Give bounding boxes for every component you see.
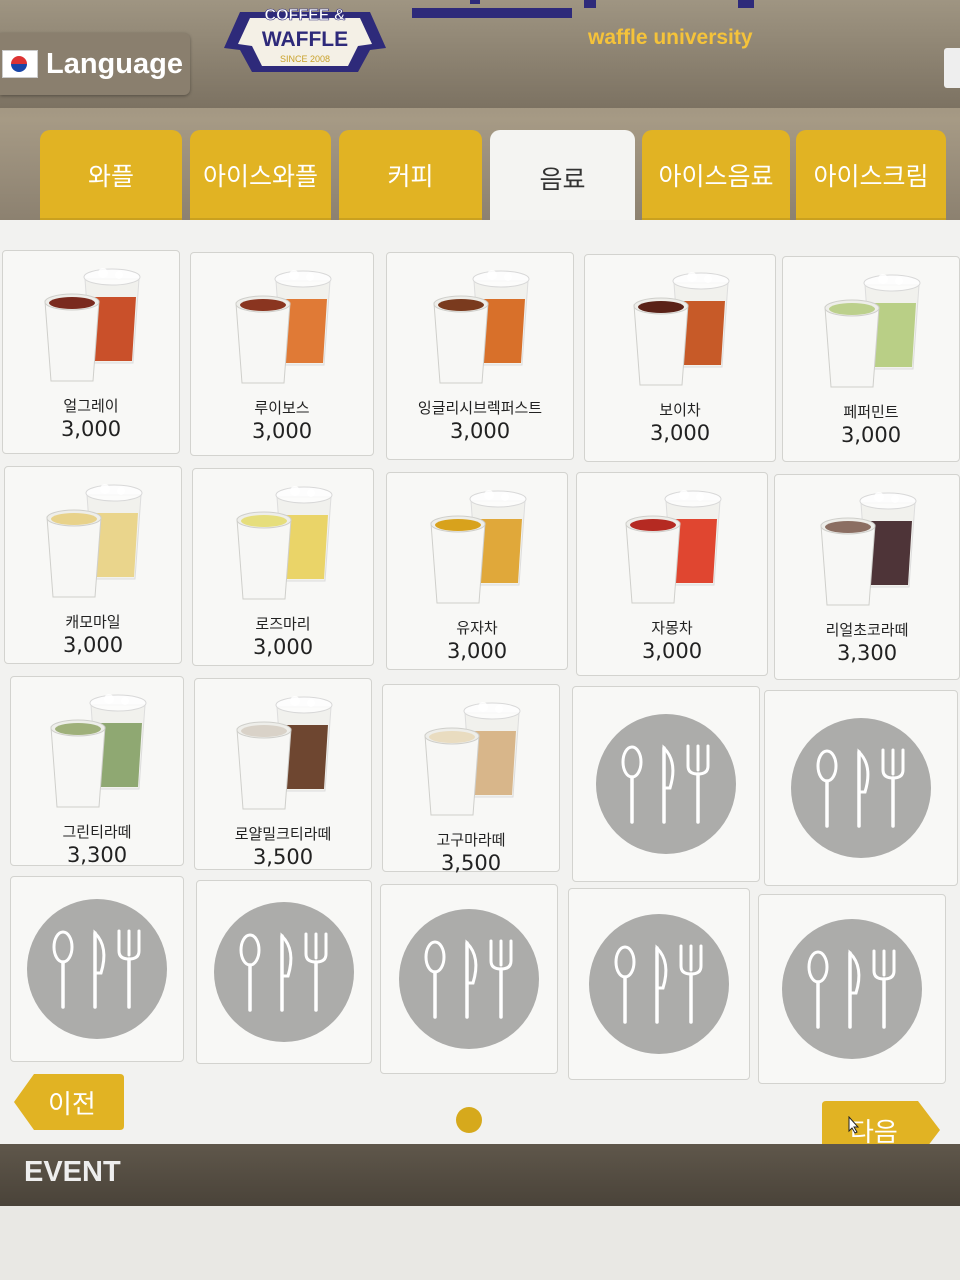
drink-cups-icon [433, 270, 530, 384]
product-price: 3,000 [60, 417, 122, 441]
prev-label: 이전 [48, 1089, 96, 1120]
utensils-icon [399, 909, 539, 1049]
page-indicator-dot[interactable] [456, 1107, 482, 1133]
drink-cups-icon [236, 696, 333, 810]
korea-flag-icon [2, 50, 38, 78]
product-name: 자몽차 [651, 619, 693, 637]
empty-product-slot [380, 884, 558, 1074]
product-name: 페퍼민트 [843, 403, 899, 421]
product-name: 얼그레이 [63, 397, 119, 415]
product-name: 로얄밀크티라떼 [234, 825, 332, 843]
event-bar[interactable]: EVENT [0, 1144, 960, 1206]
empty-product-slot [572, 686, 760, 882]
product-price: 3,300 [836, 641, 898, 665]
product-name: 리얼초코라떼 [825, 621, 909, 639]
product-card[interactable]: 유자차 3,000 [386, 472, 568, 670]
product-name: 보이차 [659, 401, 701, 419]
drink-cups-icon [235, 270, 332, 384]
empty-product-slot [568, 888, 750, 1080]
product-price: 3,000 [840, 423, 902, 447]
product-card[interactable]: 로즈마리 3,000 [192, 468, 374, 666]
utensils-icon [596, 714, 736, 854]
logo-text-main: WAFFLE [262, 28, 348, 51]
tab-coffee[interactable]: 커피 [339, 130, 482, 220]
drink-cups-icon [820, 492, 917, 606]
product-price: 3,300 [66, 843, 128, 867]
product-name: 잉글리시브렉퍼스트 [417, 399, 543, 417]
product-name: 루이보스 [254, 399, 310, 417]
product-price: 3,000 [449, 419, 511, 443]
utensils-icon [27, 899, 167, 1039]
product-card[interactable]: 페퍼민트 3,000 [782, 256, 960, 462]
product-card[interactable]: 루이보스 3,000 [190, 252, 374, 456]
product-price: 3,000 [649, 421, 711, 445]
product-card[interactable]: 자몽차 3,000 [576, 472, 768, 676]
category-tabs: 와플 아이스와플 커피 음료 아이스음료 아이스크림 [0, 128, 960, 226]
product-name: 유자차 [456, 619, 498, 637]
product-card[interactable]: 캐모마일 3,000 [4, 466, 182, 664]
product-price: 3,000 [641, 639, 703, 663]
prev-page-button[interactable]: 이전 [14, 1074, 124, 1130]
product-name: 로즈마리 [255, 615, 311, 633]
brand-english-name: waffle university [588, 26, 753, 49]
drink-cups-icon [625, 490, 722, 604]
kiosk-screen: Language COFFEE & WAFFLE SINCE 2008 waff… [0, 0, 960, 1280]
product-card[interactable]: 보이차 3,000 [584, 254, 776, 462]
product-name: 그린티라떼 [62, 823, 132, 841]
tab-iced-beverage[interactable]: 아이스음료 [642, 130, 790, 220]
header: Language COFFEE & WAFFLE SINCE 2008 waff… [0, 0, 960, 108]
drink-cups-icon [424, 702, 521, 816]
logo-since: SINCE 2008 [280, 54, 330, 64]
event-label: EVENT [24, 1156, 121, 1188]
mouse-cursor-icon [848, 1116, 860, 1134]
product-card[interactable]: 고구마라떼 3,500 [382, 684, 560, 875]
drink-cups-icon [236, 486, 333, 600]
event-content-area [0, 1206, 960, 1280]
product-price: 3,500 [440, 851, 502, 875]
drink-cups-icon [46, 484, 143, 598]
empty-product-slot [758, 894, 946, 1084]
tab-beverage[interactable]: 음료 [490, 130, 635, 226]
product-price: 3,500 [252, 845, 314, 869]
tab-ice-cream[interactable]: 아이스크림 [796, 130, 946, 220]
product-card[interactable]: 로얄밀크티라떼 3,500 [194, 678, 372, 870]
product-card[interactable]: 리얼초코라떼 3,300 [774, 474, 960, 680]
drink-cups-icon [824, 274, 921, 388]
product-card[interactable]: 잉글리시브렉퍼스트 3,000 [386, 252, 574, 460]
drink-cups-icon [44, 268, 141, 382]
utensils-icon [589, 914, 729, 1054]
logo-text-top: COFFEE & [265, 7, 346, 24]
empty-product-slot [196, 880, 372, 1064]
product-name: 캐모마일 [65, 613, 121, 631]
utensils-icon [214, 902, 354, 1042]
drink-cups-icon [633, 272, 730, 386]
utensils-icon [791, 718, 931, 858]
utensils-icon [782, 919, 922, 1059]
tab-ice-waffle[interactable]: 아이스와플 [190, 130, 331, 220]
product-price: 3,000 [62, 633, 124, 657]
drink-cups-icon [50, 694, 147, 808]
language-button[interactable]: Language [0, 33, 190, 95]
tab-waffle[interactable]: 와플 [40, 130, 182, 220]
empty-product-slot [10, 876, 184, 1062]
product-card[interactable]: 그린티라떼 3,300 [10, 676, 184, 867]
language-label: Language [46, 47, 183, 80]
product-price: 3,000 [251, 419, 313, 443]
product-name: 고구마라떼 [436, 831, 506, 849]
empty-product-slot [764, 690, 958, 886]
product-price: 3,000 [252, 635, 314, 659]
coffee-waffle-logo: COFFEE & WAFFLE SINCE 2008 [224, 7, 386, 72]
product-price: 3,000 [446, 639, 508, 663]
home-icon[interactable] [944, 48, 960, 88]
drink-cups-icon [430, 490, 527, 604]
product-card[interactable]: 얼그레이 3,000 [2, 250, 180, 454]
